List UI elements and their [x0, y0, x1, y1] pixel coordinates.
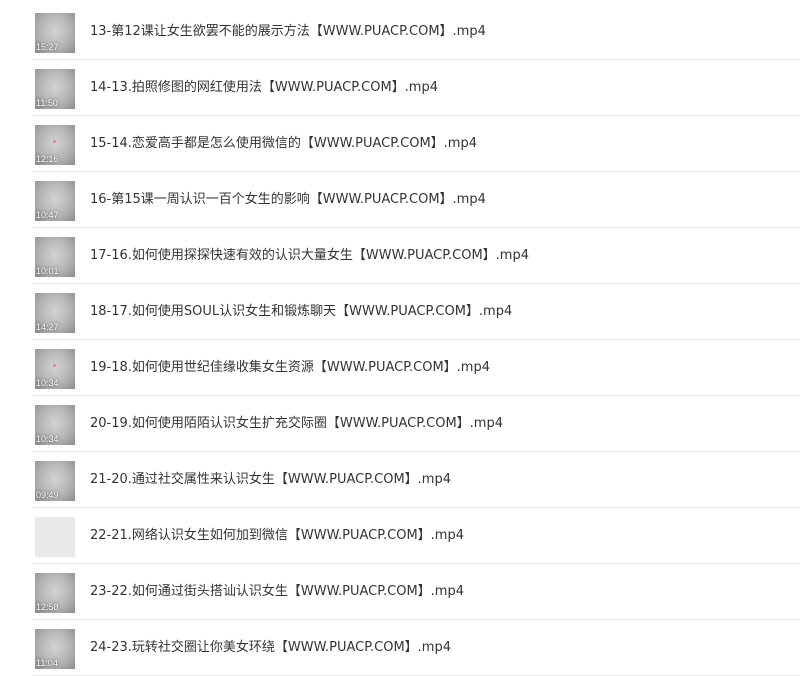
list-item[interactable]: 14:27 18-17.如何使用SOUL认识女生和锻炼聊天【WWW.PUACP.C…	[0, 284, 800, 340]
file-name[interactable]: 24-23.玩转社交圈让你美女环绕【WWW.PUACP.COM】.mp4	[90, 620, 451, 676]
video-duration: 10:01	[36, 266, 59, 276]
video-duration: 12:16	[36, 154, 59, 164]
list-item[interactable]: 09:49 21-20.通过社交属性来认识女生【WWW.PUACP.COM】.mp…	[0, 452, 800, 508]
file-name[interactable]: 20-19.如何使用陌陌认识女生扩充交际圈【WWW.PUACP.COM】.mp4	[90, 396, 503, 452]
video-duration: 10:47	[36, 210, 59, 220]
list-item[interactable]: 15:27 13-第12课让女生欲罢不能的展示方法【WWW.PUACP.COM】.…	[0, 4, 800, 60]
video-duration: 12:58	[36, 602, 59, 612]
video-thumbnail[interactable]: 10:34	[35, 405, 75, 445]
file-name[interactable]: 19-18.如何使用世纪佳缘收集女生资源【WWW.PUACP.COM】.mp4	[90, 340, 490, 396]
video-thumbnail[interactable]: 11:04	[35, 629, 75, 669]
list-item[interactable]: 22-21.网络认识女生如何加到微信【WWW.PUACP.COM】.mp4	[0, 508, 800, 564]
list-item[interactable]: 10:01 17-16.如何使用探探快速有效的认识大量女生【WWW.PUACP.C…	[0, 228, 800, 284]
video-duration: 11:50	[36, 98, 58, 108]
list-item[interactable]: 12:58 23-22.如何通过街头搭讪认识女生【WWW.PUACP.COM】.m…	[0, 564, 800, 620]
video-duration: 10:34	[36, 378, 59, 388]
video-thumbnail[interactable]: 10:01	[35, 237, 75, 277]
file-name[interactable]: 15-14.恋爱高手都是怎么使用微信的【WWW.PUACP.COM】.mp4	[90, 116, 477, 172]
list-item[interactable]: 10:34 20-19.如何使用陌陌认识女生扩充交际圈【WWW.PUACP.COM…	[0, 396, 800, 452]
video-thumbnail[interactable]: 11:50	[35, 69, 75, 109]
video-duration: 14:27	[36, 322, 59, 332]
file-name[interactable]: 17-16.如何使用探探快速有效的认识大量女生【WWW.PUACP.COM】.m…	[90, 228, 529, 284]
video-duration: 15:27	[36, 42, 59, 52]
file-name[interactable]: 18-17.如何使用SOUL认识女生和锻炼聊天【WWW.PUACP.COM】.m…	[90, 284, 512, 340]
video-thumbnail[interactable]: 15:27	[35, 13, 75, 53]
video-duration: 09:49	[36, 490, 59, 500]
video-thumbnail[interactable]: 10:34	[35, 349, 75, 389]
video-file-list: 15:27 13-第12课让女生欲罢不能的展示方法【WWW.PUACP.COM】.…	[0, 0, 800, 676]
video-thumbnail[interactable]: 12:58	[35, 573, 75, 613]
video-thumbnail[interactable]: 09:49	[35, 461, 75, 501]
file-name[interactable]: 13-第12课让女生欲罢不能的展示方法【WWW.PUACP.COM】.mp4	[90, 4, 486, 60]
video-duration: 10:34	[36, 434, 59, 444]
video-thumbnail[interactable]: 10:47	[35, 181, 75, 221]
thumbnail-mark	[53, 364, 56, 367]
list-item[interactable]: 11:50 14-13.拍照修图的网红使用法【WWW.PUACP.COM】.mp4	[0, 60, 800, 116]
file-name[interactable]: 22-21.网络认识女生如何加到微信【WWW.PUACP.COM】.mp4	[90, 508, 464, 564]
file-name[interactable]: 23-22.如何通过街头搭讪认识女生【WWW.PUACP.COM】.mp4	[90, 564, 464, 620]
thumbnail-mark	[53, 140, 56, 143]
file-name[interactable]: 16-第15课一周认识一百个女生的影响【WWW.PUACP.COM】.mp4	[90, 172, 486, 228]
list-item[interactable]: 12:16 15-14.恋爱高手都是怎么使用微信的【WWW.PUACP.COM】.…	[0, 116, 800, 172]
list-item[interactable]: 11:04 24-23.玩转社交圈让你美女环绕【WWW.PUACP.COM】.mp…	[0, 620, 800, 676]
video-thumbnail[interactable]: 12:16	[35, 125, 75, 165]
list-item[interactable]: 10:47 16-第15课一周认识一百个女生的影响【WWW.PUACP.COM】.…	[0, 172, 800, 228]
list-item[interactable]: 10:34 19-18.如何使用世纪佳缘收集女生资源【WWW.PUACP.COM】…	[0, 340, 800, 396]
file-name[interactable]: 21-20.通过社交属性来认识女生【WWW.PUACP.COM】.mp4	[90, 452, 451, 508]
video-thumbnail[interactable]: 14:27	[35, 293, 75, 333]
file-name[interactable]: 14-13.拍照修图的网红使用法【WWW.PUACP.COM】.mp4	[90, 60, 438, 116]
video-duration: 11:04	[36, 658, 58, 668]
video-thumbnail[interactable]	[35, 517, 75, 557]
